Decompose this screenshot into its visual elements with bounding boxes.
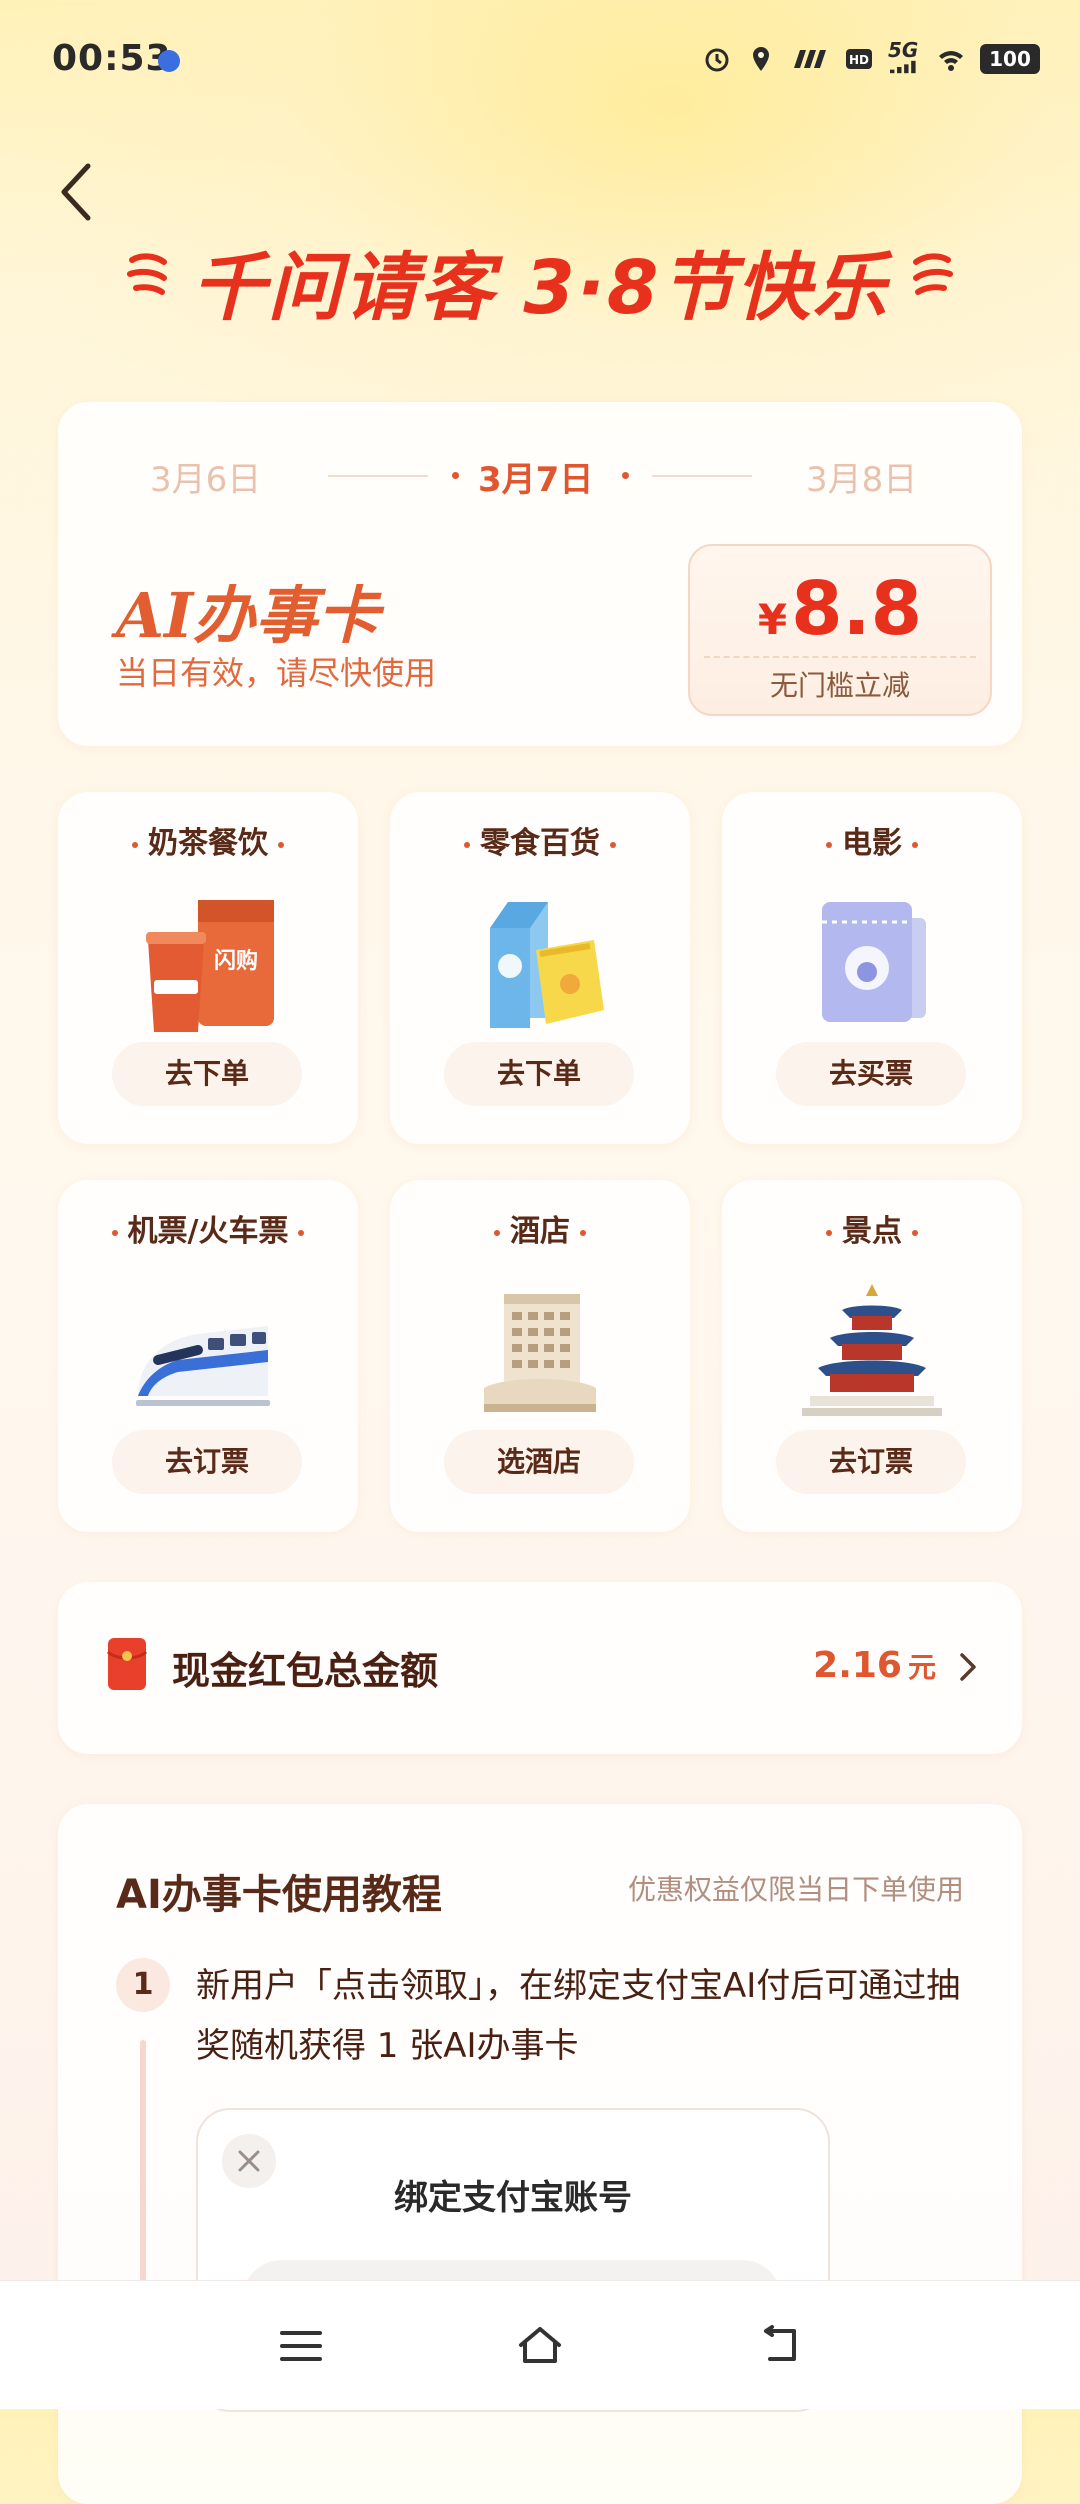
step-description: 新用户「点击领取」，在绑定支付宝AI付后可通过抽奖随机获得 1 张AI办事卡 xyxy=(196,1966,961,2066)
category-tile-hotel[interactable]: 酒店 选酒店 xyxy=(390,1180,690,1532)
chevron-right-icon[interactable] xyxy=(956,1650,980,1684)
tile-title: 电影 xyxy=(722,818,1022,862)
status-icons: HD 5G 100 xyxy=(702,38,1040,74)
back-arrow-icon[interactable] xyxy=(54,160,98,224)
svg-text:闪购: 闪购 xyxy=(214,948,258,974)
tutorial-note: 优惠权益仅限当日下单使用 xyxy=(627,1873,964,1906)
category-tile-snacks[interactable]: 零食百货 去下单 xyxy=(390,792,690,1144)
order-button[interactable]: 去下单 xyxy=(112,1042,302,1106)
tile-title: 奶茶餐饮 xyxy=(58,818,358,862)
choose-hotel-button[interactable]: 选酒店 xyxy=(444,1430,634,1494)
date-dot-left xyxy=(452,472,459,479)
hd-icon: HD xyxy=(846,49,872,69)
decor-swirl-right-icon xyxy=(913,253,953,295)
book-ticket-button[interactable]: 去订票 xyxy=(112,1430,302,1494)
category-tile-movie[interactable]: 电影 去买票 xyxy=(722,792,1022,1144)
currency-symbol: ¥ xyxy=(757,595,788,644)
snack-carton-icon xyxy=(490,902,604,1028)
alarm-icon xyxy=(705,48,729,72)
preview-title: 绑定支付宝账号 xyxy=(394,2178,632,2218)
step-connector-line xyxy=(140,2040,146,2290)
milk-tea-bag-icon: 闪购 xyxy=(146,900,274,1032)
signal-icon: 5G xyxy=(888,38,922,74)
red-packet-amount: 2.16 元 xyxy=(813,1645,936,1686)
coupon-badge[interactable]: ¥8.8 无门槛立减 xyxy=(688,544,992,716)
buy-ticket-button[interactable]: 去买票 xyxy=(776,1042,966,1106)
bullet-train-icon xyxy=(136,1326,270,1406)
movie-ticket-icon xyxy=(822,902,926,1022)
date-divider-left xyxy=(328,475,428,477)
home-icon[interactable] xyxy=(515,2321,565,2371)
network-type: 5G xyxy=(888,38,919,62)
date-dot-right xyxy=(622,472,629,479)
speed-icon xyxy=(794,50,826,68)
book-ticket-button[interactable]: 去订票 xyxy=(776,1430,966,1494)
status-time: 00:53 xyxy=(52,38,172,79)
tile-title: 机票/火车票 xyxy=(58,1206,358,1250)
category-tile-milk-tea[interactable]: 奶茶餐饮 闪购 去下单 xyxy=(58,792,358,1144)
red-packet-label: 现金红包总金额 xyxy=(172,1649,439,1693)
date-tab-mar8[interactable]: 3月8日 xyxy=(806,452,917,501)
battery-icon: 100 xyxy=(980,44,1040,74)
back-icon[interactable] xyxy=(756,2321,806,2371)
ai-card-title: AI办事卡 xyxy=(116,579,380,652)
location-icon xyxy=(753,47,769,71)
tile-title: 景点 xyxy=(722,1206,1022,1250)
coupon-amount: ¥8.8 xyxy=(690,566,990,652)
ai-card-subtitle: 当日有效，请尽快使用 xyxy=(116,654,437,692)
menu-icon[interactable] xyxy=(276,2321,326,2371)
coupon-label: 无门槛立减 xyxy=(769,669,910,702)
red-packet-icon xyxy=(106,1638,148,1690)
date-tab-mar7[interactable]: 3月7日 xyxy=(478,452,593,501)
baidu-app-icon xyxy=(158,50,180,72)
tile-title: 零食百货 xyxy=(390,818,690,862)
hotel-building-icon xyxy=(484,1294,596,1412)
wifi-icon xyxy=(939,51,963,71)
order-button[interactable]: 去下单 xyxy=(444,1042,634,1106)
system-nav-bar xyxy=(0,2280,1080,2409)
coupon-divider xyxy=(704,656,976,658)
tutorial-title: AI办事卡使用教程 xyxy=(116,1872,442,1918)
temple-icon xyxy=(802,1284,942,1416)
step-number-badge: 1 xyxy=(116,1958,170,2012)
status-bar: 00:53 HD 5G 100 xyxy=(0,0,1080,120)
tile-title: 酒店 xyxy=(390,1206,690,1250)
svg-text:HD: HD xyxy=(849,53,869,67)
category-tile-transport[interactable]: 机票/火车票 去订票 xyxy=(58,1180,358,1532)
date-divider-right xyxy=(652,475,752,477)
category-tile-attractions[interactable]: 景点 去订票 xyxy=(722,1180,1022,1532)
date-tab-mar6[interactable]: 3月6日 xyxy=(150,452,261,501)
coupon-value: 8.8 xyxy=(791,566,923,652)
